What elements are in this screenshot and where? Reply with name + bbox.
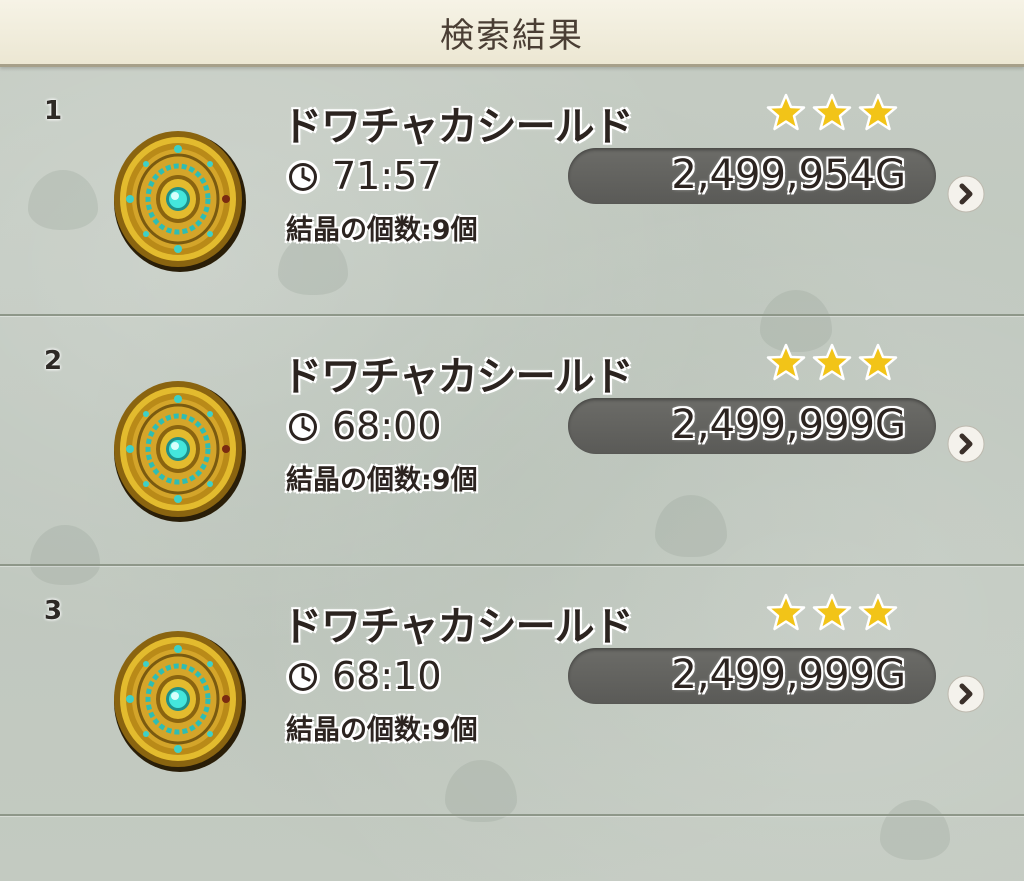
star-rating: [766, 92, 898, 132]
price-pill: 2,499,999G: [568, 398, 936, 454]
result-index: 2: [44, 346, 63, 376]
star-icon: [812, 593, 852, 631]
price-pill: 2,499,999G: [568, 648, 936, 704]
item-name: ドワチャカシールド: [282, 354, 634, 400]
star-icon: [858, 343, 898, 381]
result-index: 3: [44, 596, 63, 626]
result-row[interactable]: 3 ドワチャカシールド 68:10 結晶の個数:9個 2,499,999G: [0, 566, 1024, 816]
time-remaining: 71:57: [332, 154, 442, 198]
shield-icon: [114, 131, 246, 272]
result-row[interactable]: 2 ドワチャカシールド 68:00 結晶の個数:9個 2,499,999G: [0, 316, 1024, 566]
chevron-right-icon[interactable]: [946, 424, 986, 464]
chevron-right-icon[interactable]: [946, 174, 986, 214]
crystal-count: 結晶の個数:9個: [286, 715, 478, 746]
star-icon: [766, 343, 806, 381]
star-icon: [858, 93, 898, 131]
star-rating: [766, 592, 898, 632]
star-icon: [766, 93, 806, 131]
crystal-count: 結晶の個数:9個: [286, 465, 478, 496]
clock-icon: [286, 160, 320, 194]
price-pill: 2,499,954G: [568, 148, 936, 204]
star-icon: [858, 593, 898, 631]
result-row[interactable]: 1 ドワチャカシールド 71:57 結晶の個数:9個 2,499,954G: [0, 66, 1024, 316]
star-icon: [812, 93, 852, 131]
star-rating: [766, 342, 898, 382]
item-price: 2,499,999G: [671, 652, 906, 698]
star-icon: [812, 343, 852, 381]
item-name: ドワチャカシールド: [282, 104, 634, 150]
crystal-count: 結晶の個数:9個: [286, 215, 478, 246]
page-title: 検索結果: [440, 15, 584, 56]
clock-icon: [286, 660, 320, 694]
app-root: 検索結果 1 ドワチャカシールド 71:57 結晶の個数:9個 2,499,95…: [0, 0, 1024, 881]
time-remaining: 68:00: [332, 404, 442, 448]
item-price: 2,499,999G: [671, 402, 906, 448]
item-price: 2,499,954G: [671, 152, 906, 198]
result-index: 1: [44, 96, 63, 126]
time-remaining: 68:10: [332, 654, 442, 698]
header-bar: 検索結果: [0, 0, 1024, 67]
item-name: ドワチャカシールド: [282, 604, 634, 650]
star-icon: [766, 593, 806, 631]
shield-icon: [114, 631, 246, 772]
chevron-right-icon[interactable]: [946, 674, 986, 714]
shield-icon: [114, 381, 246, 522]
clock-icon: [286, 410, 320, 444]
